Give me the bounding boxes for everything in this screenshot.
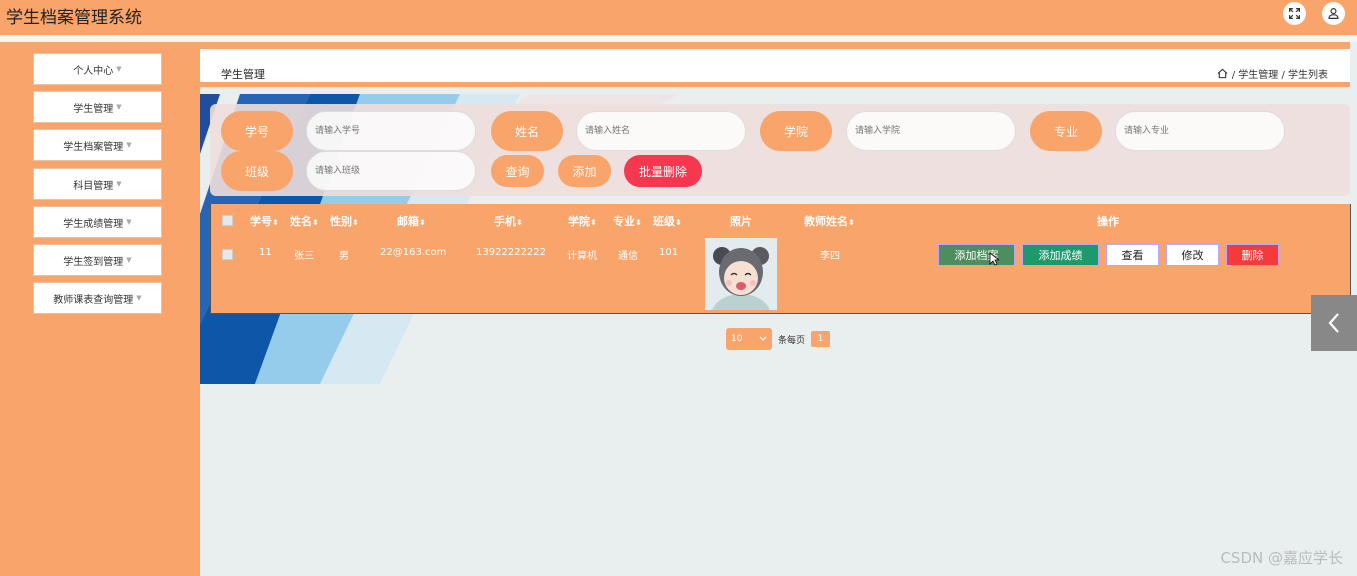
breadcrumb: / 学生管理 / 学生列表 [1217,66,1328,81]
sidebar-item-personal-center[interactable]: 个人中心 ▼ [33,53,162,85]
column-header-phone[interactable]: 手机⬍ [494,213,523,229]
sort-icon: ⬍ [272,218,279,227]
chevron-down-icon: ▼ [116,65,122,73]
breadcrumb-path: / 学生管理 / 学生列表 [1231,70,1328,81]
sort-icon: ⬍ [312,218,319,227]
sort-icon: ⬍ [848,218,855,227]
cell-major: 通信 [618,251,638,262]
home-icon[interactable] [1217,68,1228,79]
cell-name: 张三 [294,251,314,262]
student-photo [705,238,777,310]
user-icon[interactable] [1322,2,1345,25]
row-checkbox[interactable] [222,249,233,260]
watermark: CSDN @嘉应学长 [1220,549,1343,567]
sort-icon: ⬍ [675,218,682,227]
query-button[interactable]: 查询 [491,155,544,187]
chevron-down-icon: ▼ [126,218,132,226]
collapse-panel-button[interactable] [1311,295,1357,351]
edit-button[interactable]: 修改 [1166,244,1219,266]
page-title: 学生管理 [221,68,265,81]
search-panel: 学号 姓名 学院 专业 班级 查询 添加 批量删除 [210,104,1350,196]
add-archive-button[interactable]: 添加档案 [938,244,1015,266]
batch-delete-button[interactable]: 批量删除 [624,155,702,187]
chevron-down-icon: ▼ [116,103,122,111]
column-header-teacher[interactable]: 教师姓名⬍ [804,213,855,229]
sidebar-item-subject-management[interactable]: 科目管理 ▼ [33,168,162,200]
sidebar-item-score-management[interactable]: 学生成绩管理 ▼ [33,206,162,238]
sidebar-item-label: 个人中心 [73,65,114,77]
major-label: 专业 [1030,111,1102,151]
cell-gender: 男 [339,251,349,262]
sidebar-item-label: 学生签到管理 [63,256,124,268]
cell-phone: 13922222222 [476,247,546,258]
sidebar-item-schedule-management[interactable]: 教师课表查询管理 ▼ [33,282,162,314]
delete-button[interactable]: 删除 [1226,244,1279,266]
add-button[interactable]: 添加 [558,155,611,187]
breadcrumb-bar: 学生管理 / 学生管理 / 学生列表 [200,42,1350,87]
app-title: 学生档案管理系统 [6,8,142,28]
college-label: 学院 [760,111,832,151]
chevron-down-icon: ▼ [126,256,132,264]
sidebar-item-archive-management[interactable]: 学生档案管理 ▼ [33,129,162,161]
sort-icon: ⬍ [590,218,597,227]
name-input[interactable] [576,111,746,151]
cell-teacher: 李四 [820,251,840,262]
student-id-label: 学号 [221,111,293,151]
major-input[interactable] [1115,111,1285,151]
column-header-actions: 操作 [1097,215,1119,228]
column-header-gender[interactable]: 性别⬍ [330,213,359,229]
sidebar-item-label: 学生档案管理 [63,141,124,153]
view-button[interactable]: 查看 [1106,244,1159,266]
college-input[interactable] [846,111,1016,151]
mouse-cursor-icon [989,252,999,266]
column-header-name[interactable]: 姓名⬍ [290,213,319,229]
chevron-left-icon [1328,313,1339,333]
chevron-down-icon: ▼ [116,180,122,188]
sort-icon: ⬍ [516,218,523,227]
main-content: 学生管理 / 学生管理 / 学生列表 学号 姓名 学院 专业 班级 查询 添加 … [200,42,1357,576]
fullscreen-icon[interactable] [1283,2,1306,25]
page-number-current[interactable]: 1 [811,331,831,347]
header-divider [0,35,1357,42]
chevron-down-icon: ▼ [126,141,132,149]
sidebar-item-label: 学生管理 [73,103,114,115]
cell-email: 22@163.com [380,247,447,258]
column-header-class[interactable]: 班级⬍ [653,213,682,229]
top-bar: 学生档案管理系统 [0,0,1357,35]
add-score-button[interactable]: 添加成绩 [1022,244,1099,266]
sort-icon: ⬍ [419,218,426,227]
per-page-label: 条每页 [778,335,806,346]
sidebar-item-student-management[interactable]: 学生管理 ▼ [33,91,162,123]
class-label: 班级 [221,151,293,191]
page-size-select[interactable]: 10 [726,328,772,350]
cell-student-id: 11 [259,247,272,258]
column-header-college[interactable]: 学院⬍ [568,213,597,229]
cell-class: 101 [659,247,679,258]
sidebar-item-label: 教师课表查询管理 [53,294,134,306]
sidebar-item-signin-management[interactable]: 学生签到管理 ▼ [33,244,162,276]
select-all-checkbox[interactable] [222,215,233,226]
cell-college: 计算机 [567,251,597,262]
student-id-input[interactable] [306,111,476,151]
sidebar-item-label: 学生成绩管理 [63,218,124,230]
pagination: 10 条每页 1 [726,328,831,350]
column-header-email[interactable]: 邮箱⬍ [397,213,426,229]
page-size-value: 10 [731,334,743,344]
chevron-down-icon [759,336,767,341]
column-header-student-id[interactable]: 学号⬍ [250,213,279,229]
column-header-major[interactable]: 专业⬍ [613,213,642,229]
sort-icon: ⬍ [635,218,642,227]
sidebar-item-label: 科目管理 [73,180,114,192]
chevron-down-icon: ▼ [136,294,142,302]
sidebar: 个人中心 ▼ 学生管理 ▼ 学生档案管理 ▼ 科目管理 ▼ 学生成绩管理 ▼ 学生签到管理… [0,42,200,576]
student-table: 学号⬍ 姓名⬍ 性别⬍ 邮箱⬍ 手机⬍ 学院⬍ 专业⬍ 班级⬍ 照片 教师姓名⬍… [210,204,1351,314]
sort-icon: ⬍ [352,218,359,227]
column-header-photo: 照片 [730,215,752,228]
class-input[interactable] [306,151,476,191]
name-label: 姓名 [491,111,563,151]
